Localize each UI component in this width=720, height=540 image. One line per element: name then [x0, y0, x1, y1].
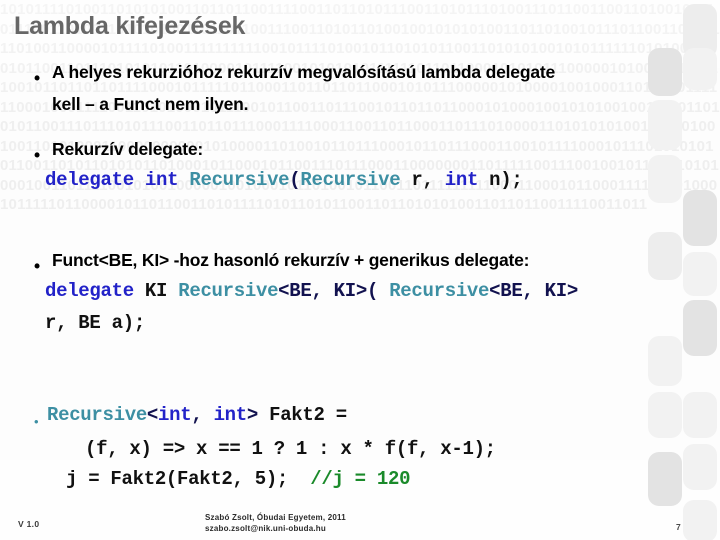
- code-token-call: j = Fakt2(Fakt2, 5);: [66, 468, 289, 490]
- code-token-keyword: delegate: [45, 280, 134, 302]
- footer-attribution: Szabó Zsolt, Óbudai Egyetem, 2011 szabo.…: [205, 512, 346, 534]
- code-token-comment: //j = 120: [310, 468, 411, 490]
- code-token-keyword: int: [158, 404, 192, 426]
- code-token-type-ki: KI: [133, 280, 179, 302]
- bullet-2-line-1: Rekurzív delegate:: [52, 139, 204, 159]
- code-token-param: r,: [400, 169, 445, 191]
- bullet-marker: •: [34, 256, 40, 276]
- code-token-punct: >: [246, 404, 258, 426]
- bullet-3-line-1: Funct<BE, KI> -hoz hasonló rekurzív + ge…: [52, 250, 530, 270]
- code-token-type: Recursive: [189, 169, 290, 191]
- bullet-1-line-2: kell – a Funct nem ilyen.: [52, 94, 249, 114]
- code-token-tail: n);: [478, 169, 523, 191]
- code-token-punct: ,: [191, 404, 214, 426]
- code-fakt2-lambda-body: (f, x) => x == 1 ? 1 : x * f(f, x-1);: [85, 438, 496, 460]
- code-fakt2-call: j = Fakt2(Fakt2, 5); //j = 120: [66, 468, 410, 490]
- code-token-generic-args: <BE, KI>: [489, 280, 578, 302]
- code-token-generic-args: <BE, KI>(: [278, 280, 379, 302]
- slide-canvas: 1010111101001101010100110110110011110011…: [0, 0, 720, 540]
- bullet-1-line-1: A helyes rekurzióhoz rekurzív megvalósít…: [52, 62, 556, 82]
- page-number: 7: [676, 522, 681, 532]
- code-token-keyword: int: [444, 169, 479, 191]
- slide-content: • A helyes rekurzióhoz rekurzív megvalós…: [0, 0, 720, 540]
- code-token-type: Recursive: [47, 404, 147, 426]
- code-fakt2-declaration: Recursive<int, int> Fakt2 =: [47, 404, 347, 426]
- bullet-marker: •: [34, 68, 40, 88]
- code-token-punct: <: [146, 404, 159, 426]
- code-token-keyword: delegate: [45, 169, 134, 191]
- code-generic-delegate-line-1: delegate KI Recursive<BE, KI>( Recursive…: [45, 280, 578, 302]
- footer-author: Szabó Zsolt, Óbudai Egyetem, 2011: [205, 513, 346, 522]
- code-generic-delegate-line-2: r, BE a);: [45, 312, 145, 334]
- code-token-punct: (: [289, 169, 301, 191]
- code-token-keyword: int: [144, 169, 179, 191]
- bullet-marker: •: [34, 414, 39, 429]
- code-token-type: Recursive: [178, 280, 279, 302]
- code-token-keyword: int: [213, 404, 248, 426]
- bullet-marker: •: [34, 145, 40, 165]
- code-token-varname: Fakt2 =: [257, 404, 347, 426]
- code-recursive-delegate: delegate int Recursive(Recursive r, int …: [45, 169, 523, 191]
- footer-version: V 1.0: [18, 519, 40, 529]
- footer-email: szabo.zsolt@nik.uni-obuda.hu: [205, 524, 326, 533]
- code-token-type: Recursive: [389, 280, 490, 302]
- code-token-type: Recursive: [300, 169, 401, 191]
